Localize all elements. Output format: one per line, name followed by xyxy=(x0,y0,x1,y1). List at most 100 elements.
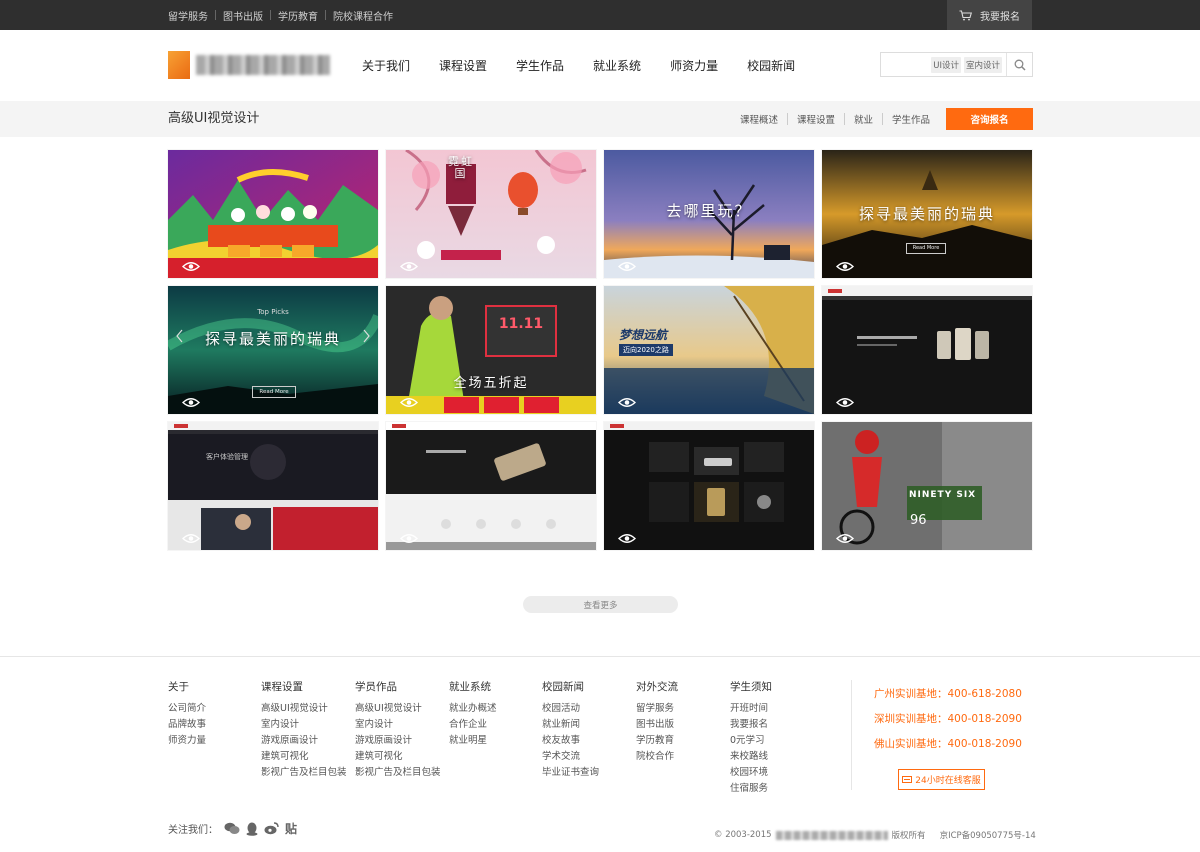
footer-link[interactable]: 就业明星 xyxy=(449,733,497,749)
footer-link[interactable]: 学术交流 xyxy=(542,749,599,765)
weibo-icon[interactable] xyxy=(264,822,279,835)
top-link-study-abroad[interactable]: 留学服务 xyxy=(168,8,208,23)
tieba-icon[interactable]: 贴 xyxy=(285,820,297,837)
thumbnail-caption: 梦想远航 xyxy=(619,328,668,342)
eye-icon xyxy=(618,534,636,543)
footer-link[interactable]: 高级UI视觉设计 xyxy=(261,701,347,717)
thumbnail-image xyxy=(822,286,1032,414)
gallery-item[interactable]: Top Picks 探寻最美丽的瑞典 Read More xyxy=(168,286,378,414)
footer-link[interactable]: 师资力量 xyxy=(168,733,206,749)
footer-link[interactable]: 开班时间 xyxy=(730,701,772,717)
eye-icon xyxy=(618,262,636,271)
gallery-item[interactable]: NINETY SIX 96 xyxy=(822,422,1032,550)
search-button[interactable] xyxy=(1006,53,1032,76)
main-nav: 关于我们 课程设置 学生作品 就业系统 师资力量 校园新闻 xyxy=(362,30,824,101)
footer-link[interactable]: 毕业证书查询 xyxy=(542,765,599,781)
eye-icon xyxy=(400,534,418,543)
footer-link[interactable]: 建筑可视化 xyxy=(261,749,347,765)
footer-link[interactable]: 就业新闻 xyxy=(542,717,599,733)
footer-column-title: 学生须知 xyxy=(730,681,772,693)
footer-link[interactable]: 图书出版 xyxy=(636,717,678,733)
footer-link[interactable]: 室内设计 xyxy=(261,717,347,733)
copyright-year: © 2003-2015 xyxy=(714,830,772,840)
footer-column-student-works: 学员作品 高级UI视觉设计 室内设计 游戏原画设计 建筑可视化 影视广告及栏目包… xyxy=(355,679,441,781)
subnav-courses[interactable]: 课程设置 xyxy=(797,112,835,126)
company-name-blurred xyxy=(775,830,888,840)
thumbnail-caption: 霓虹国 xyxy=(448,155,474,180)
search-icon xyxy=(1014,59,1026,71)
footer-link[interactable]: 就业办概述 xyxy=(449,701,497,717)
search-box[interactable]: UI设计 室内设计 xyxy=(880,52,1033,77)
divider xyxy=(787,113,789,125)
nav-employment[interactable]: 就业系统 xyxy=(593,57,641,74)
footer-link[interactable]: 高级UI视觉设计 xyxy=(355,701,441,717)
qq-icon[interactable] xyxy=(246,822,258,836)
footer-link[interactable]: 校园活动 xyxy=(542,701,599,717)
footer-link[interactable]: 学历教育 xyxy=(636,733,678,749)
gallery-item[interactable]: 客户体验管理 xyxy=(168,422,378,550)
gallery-item[interactable]: 霓虹国 xyxy=(386,150,596,278)
footer-link[interactable]: 公司简介 xyxy=(168,701,206,717)
eye-icon xyxy=(400,262,418,271)
footer-link[interactable]: 合作企业 xyxy=(449,717,497,733)
gallery-item[interactable] xyxy=(822,286,1032,414)
gallery-item[interactable]: 探寻最美丽的瑞典 Read More xyxy=(822,150,1032,278)
follow-label: 关注我们： xyxy=(168,825,218,836)
footer-link[interactable]: 住宿服务 xyxy=(730,781,772,797)
footer-link[interactable]: 我要报名 xyxy=(730,717,772,733)
footer-link[interactable]: 品牌故事 xyxy=(168,717,206,733)
nav-student-works[interactable]: 学生作品 xyxy=(516,57,564,74)
nav-campus-news[interactable]: 校园新闻 xyxy=(747,57,795,74)
signup-button[interactable]: 我要报名 xyxy=(947,0,1032,30)
gallery-item[interactable]: 梦想远航 迈向2020之路 xyxy=(604,286,814,414)
top-link-degree[interactable]: 学历教育 xyxy=(278,8,318,23)
gallery-item[interactable] xyxy=(604,422,814,550)
footer-link[interactable]: 游戏原画设计 xyxy=(261,733,347,749)
logo-mark xyxy=(168,51,190,79)
subnav-employment[interactable]: 就业 xyxy=(854,112,873,126)
top-link-books[interactable]: 图书出版 xyxy=(223,8,263,23)
thumbnail-image xyxy=(386,286,596,414)
wechat-icon[interactable] xyxy=(224,822,240,835)
footer-column-student-notes: 学生须知 开班时间 我要报名 0元学习 来校路线 校园环境 住宿服务 xyxy=(730,679,772,797)
footer-link[interactable]: 游戏原画设计 xyxy=(355,733,441,749)
nav-about[interactable]: 关于我们 xyxy=(362,57,410,74)
subnav-overview[interactable]: 课程概述 xyxy=(740,112,778,126)
footer-link[interactable]: 院校合作 xyxy=(636,749,678,765)
nav-teachers[interactable]: 师资力量 xyxy=(670,57,718,74)
eye-icon xyxy=(618,398,636,407)
consult-signup-button[interactable]: 咨询报名 xyxy=(946,108,1033,130)
footer-link[interactable]: 来校路线 xyxy=(730,749,772,765)
gallery-item[interactable]: 11.11 全场五折起 xyxy=(386,286,596,414)
footer-link[interactable]: 校友故事 xyxy=(542,733,599,749)
footer-link[interactable]: 0元学习 xyxy=(730,733,772,749)
footer-column-title: 对外交流 xyxy=(636,681,678,693)
gallery-item[interactable] xyxy=(168,150,378,278)
footer-link[interactable]: 影视广告及栏目包装 xyxy=(261,765,347,781)
footer-link[interactable]: 影视广告及栏目包装 xyxy=(355,765,441,781)
online-service-button[interactable]: 24小时在线客服 xyxy=(898,769,985,790)
divider xyxy=(270,10,271,20)
footer-link[interactable]: 校园环境 xyxy=(730,765,772,781)
footer-divider xyxy=(0,656,1200,657)
footer-column-courses: 课程设置 高级UI视觉设计 室内设计 游戏原画设计 建筑可视化 影视广告及栏目包… xyxy=(261,679,347,781)
thumbnail-caption: 探寻最美丽的瑞典 xyxy=(204,330,341,348)
copyright: © 2003-2015 版权所有 京ICP备09050775号-14 xyxy=(714,829,1036,841)
load-more-button[interactable]: 查看更多 xyxy=(523,596,678,613)
divider xyxy=(882,113,884,125)
search-tag-interior[interactable]: 室内设计 xyxy=(963,57,1002,73)
eye-icon xyxy=(836,534,854,543)
footer-link[interactable]: 留学服务 xyxy=(636,701,678,717)
gallery-item[interactable]: 去哪里玩？ xyxy=(604,150,814,278)
top-link-cooperation[interactable]: 院校课程合作 xyxy=(333,8,393,23)
footer-column-title: 就业系统 xyxy=(449,681,491,693)
nav-courses[interactable]: 课程设置 xyxy=(439,57,487,74)
read-more-label: Read More xyxy=(252,386,296,398)
footer-vertical-divider xyxy=(851,680,852,790)
site-logo[interactable] xyxy=(168,50,333,80)
gallery-item[interactable] xyxy=(386,422,596,550)
subnav-works[interactable]: 学生作品 xyxy=(892,112,930,126)
footer-link[interactable]: 室内设计 xyxy=(355,717,441,733)
search-tag-ui[interactable]: UI设计 xyxy=(931,57,961,73)
footer-link[interactable]: 建筑可视化 xyxy=(355,749,441,765)
